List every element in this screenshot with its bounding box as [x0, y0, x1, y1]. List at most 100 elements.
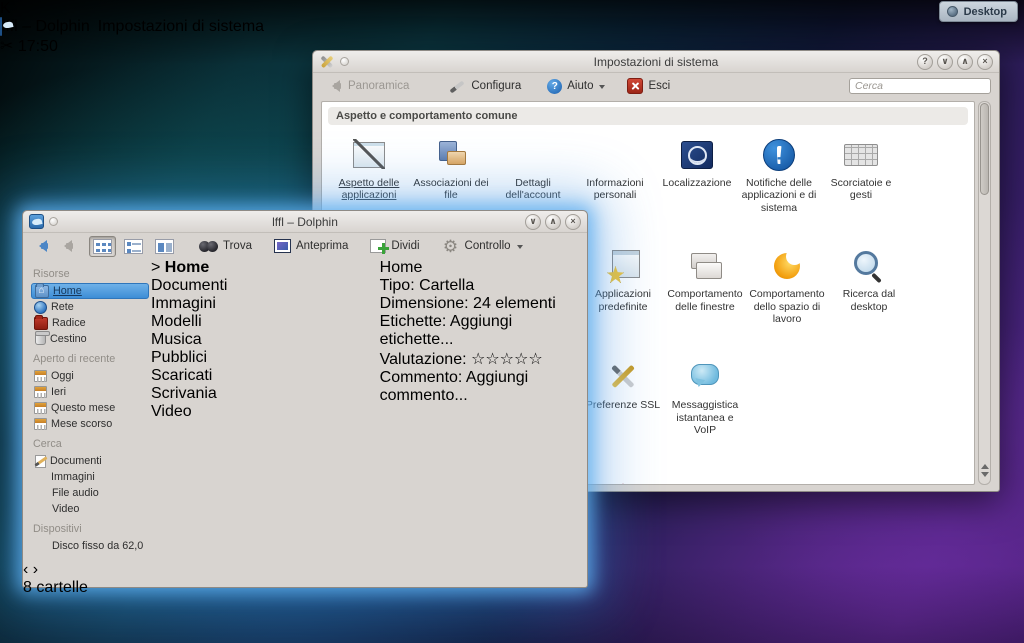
taskbar-task-button[interactable]: Impostazioni di sistema [98, 18, 264, 36]
ssl-preferences-icon [605, 359, 641, 395]
taskbar-task-button[interactable]: lffl – Dolphin [0, 18, 90, 36]
sidebar-section: Risorse Home Rete [31, 268, 149, 347]
control-button[interactable]: Controllo [437, 235, 528, 257]
settings-category-item[interactable]: Comportamento dello spazio di lavoro [746, 248, 828, 325]
accessibility-icon [605, 476, 641, 485]
settings-category-item[interactable]: Messaggistica istantanea e VoIP [664, 359, 746, 436]
settings-category-item[interactable]: Ricerca dal desktop [828, 248, 910, 313]
sidebar-item[interactable]: Radice [31, 315, 149, 331]
settings-toolbar: Panoramica Configura Aiuto Esci [313, 73, 999, 99]
window-button[interactable]: × [565, 214, 581, 230]
titlebar-dot-button[interactable] [49, 217, 58, 226]
configure-button[interactable]: Configura [444, 76, 526, 97]
sidebar-item[interactable]: Questo mese [31, 400, 149, 416]
chevron-down-icon [599, 85, 605, 92]
preview-button[interactable]: Anteprima [269, 237, 353, 255]
folder-item[interactable]: Musica [151, 331, 227, 349]
digital-clock[interactable]: 17:50 [18, 38, 58, 55]
about-icon [687, 476, 723, 485]
split-view-icon [370, 239, 386, 253]
places-panel: Risorse Home Rete [27, 259, 151, 561]
kde-launcher-button[interactable]: K [0, 0, 1024, 18]
settings-section-header: Aspetto e comportamento comune [328, 107, 968, 125]
sidebar-item[interactable]: Oggi [31, 368, 149, 384]
scroll-down-icon[interactable] [981, 472, 989, 481]
settings-category-item[interactable]: Comportamento delle finestre [664, 248, 746, 313]
sidebar-item[interactable]: Ieri [31, 384, 149, 400]
titlebar-dot-button[interactable] [340, 57, 349, 66]
settings-category-item[interactable] [664, 476, 746, 485]
info-row: Commento: Aggiungi commento... [380, 369, 583, 405]
window-button[interactable]: ∧ [545, 214, 561, 230]
dolphin-window-title: lffl – Dolphin [23, 215, 587, 229]
folder-item[interactable]: Modelli [151, 313, 227, 331]
folder-item[interactable]: Immagini [151, 295, 227, 313]
personal-info-icon [597, 137, 633, 173]
overview-button[interactable]: Panoramica [321, 78, 414, 94]
window-button[interactable]: ? [917, 54, 933, 70]
sidebar-section-header: Cerca [33, 438, 149, 450]
quit-icon [627, 78, 643, 94]
settings-category-item[interactable]: Applicazioni predefinite [582, 248, 664, 313]
folder-item[interactable]: Pubblici [151, 349, 227, 367]
scroll-up-icon[interactable] [981, 460, 989, 469]
dolphin-titlebar[interactable]: lffl – Dolphin ∨∧× [23, 211, 587, 233]
view-details-button[interactable] [120, 236, 147, 257]
split-button[interactable]: Dividi [365, 237, 424, 255]
window-button[interactable]: ∨ [937, 54, 953, 70]
folder-item[interactable]: Scaricati [151, 367, 227, 385]
trash-icon [35, 333, 46, 345]
breadcrumb-home[interactable]: Home [165, 259, 209, 276]
sidebar-item[interactable]: Mese scorso [31, 416, 149, 432]
scroll-right-icon[interactable]: › [33, 561, 38, 578]
sidebar-item[interactable]: Video [31, 501, 149, 517]
sidebar-item[interactable]: Disco fisso da 62,0 Gi [31, 538, 149, 554]
folder-item[interactable]: Video [151, 403, 227, 421]
settings-category-item[interactable]: Associazioni dei file [410, 137, 492, 202]
breadcrumb-arrow-icon[interactable]: > [151, 259, 160, 276]
places-horizontal-scrollbar[interactable]: ‹ › [23, 561, 587, 579]
sidebar-item[interactable]: File audio [31, 485, 149, 501]
help-button[interactable]: Aiuto [542, 77, 610, 96]
window-button[interactable]: ∧ [957, 54, 973, 70]
forward-button[interactable] [56, 238, 77, 254]
settings-category-item[interactable]: Aspetto delle applicazioni [328, 137, 410, 202]
back-arrow-icon [326, 80, 343, 92]
settings-search-input[interactable] [849, 78, 991, 94]
scroll-left-icon[interactable]: ‹ [23, 561, 28, 578]
scrollbar-thumb[interactable] [980, 103, 989, 195]
sidebar-item[interactable]: Cestino [31, 331, 149, 347]
settings-scrollbar[interactable] [978, 101, 991, 485]
quit-button[interactable]: Esci [622, 76, 675, 96]
folder-view: Documenti Immagini Modelli [151, 277, 227, 421]
settings-category-item[interactable] [828, 476, 910, 485]
settings-category-item[interactable]: Scorciatoie e gesti [820, 137, 902, 202]
back-button[interactable] [31, 238, 52, 254]
settings-titlebar[interactable]: Impostazioni di sistema ?∨∧× [313, 51, 999, 73]
settings-category-item[interactable]: Informazioni personali [574, 137, 656, 202]
sidebar-item[interactable]: Rete [31, 299, 149, 315]
window-button[interactable]: × [977, 54, 993, 70]
sidebar-item[interactable]: Immagini [31, 469, 149, 485]
sidebar-item[interactable]: Home [31, 283, 149, 299]
settings-category-item[interactable] [582, 476, 664, 485]
folder-item[interactable]: Documenti [151, 277, 227, 295]
sidebar-item[interactable]: Documenti [31, 453, 149, 469]
breadcrumb[interactable]: > Home [151, 259, 227, 277]
folder-item[interactable]: Scrivania [151, 385, 227, 403]
settings-category-item[interactable]: Dettagli dell'account [492, 137, 574, 202]
search-documents-icon [35, 455, 46, 468]
find-button[interactable]: Trova [194, 238, 257, 255]
details-view-icon [124, 239, 143, 254]
autostart-icon [769, 476, 805, 485]
calendar-icon [34, 386, 47, 398]
view-icons-button[interactable] [89, 236, 116, 257]
view-columns-button[interactable] [151, 236, 178, 257]
window-button[interactable]: ∨ [525, 214, 541, 230]
settings-category-item[interactable]: Notifiche delle applicazioni e di sistem… [738, 137, 820, 214]
klipper-scissors-icon[interactable]: ✂ [0, 38, 13, 55]
settings-category-item[interactable]: Preferenze SSL [582, 359, 664, 411]
settings-category-item[interactable]: Localizzazione [656, 137, 738, 189]
desktop-toolbox-button[interactable]: Desktop [939, 1, 1018, 22]
settings-category-item[interactable] [746, 476, 828, 485]
